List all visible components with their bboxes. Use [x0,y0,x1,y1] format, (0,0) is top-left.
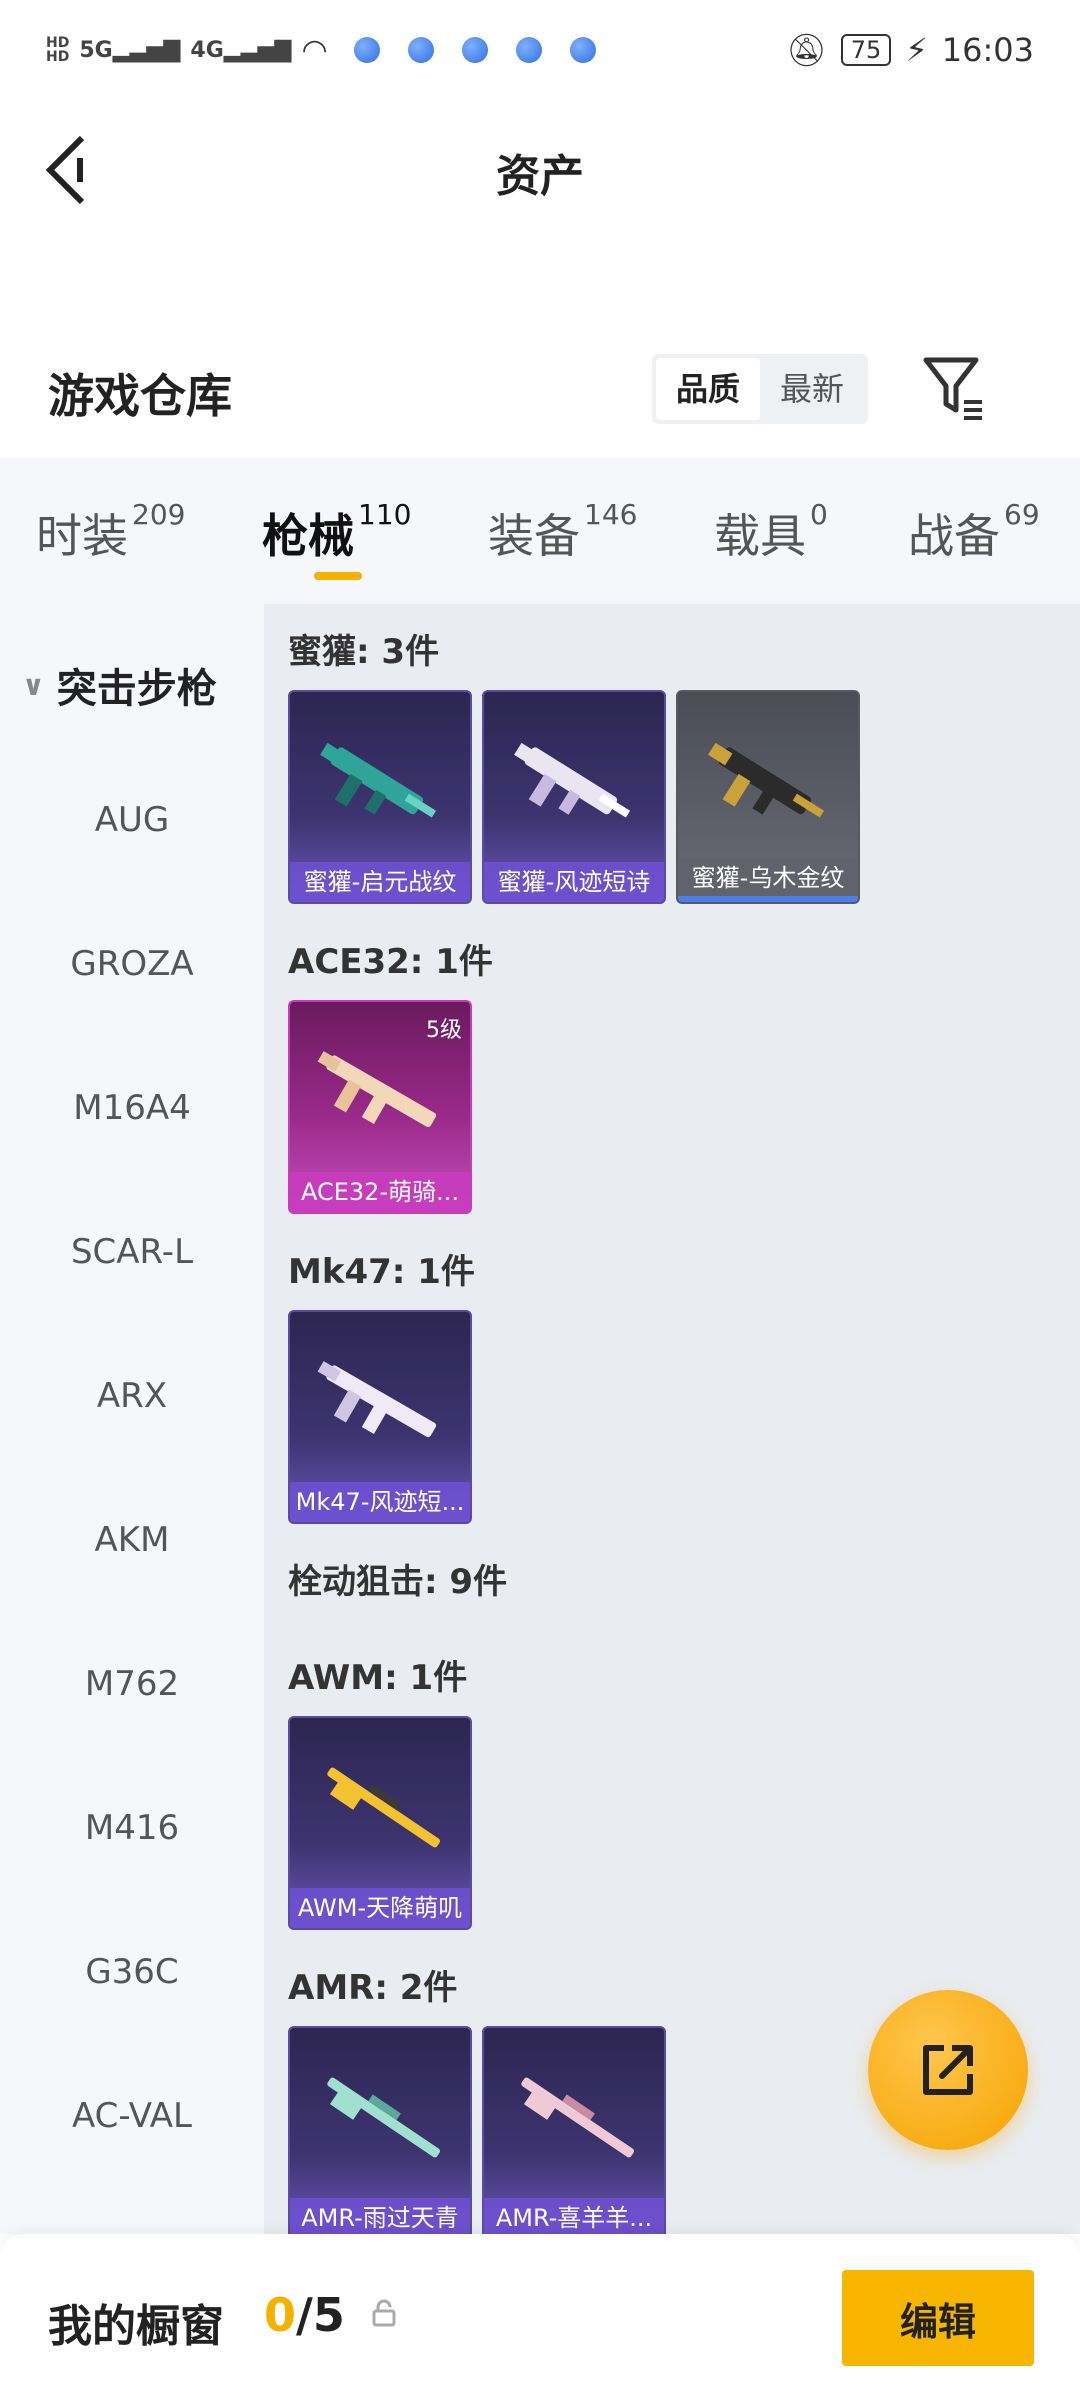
sidebar-item-groza[interactable]: GROZA [0,944,264,984]
group-title: Mk47: 1件 [288,1252,475,1292]
weapon-card[interactable]: AMR-喜羊羊... [482,2026,666,2234]
app-notification-icon [461,37,488,63]
showcase-count: 0/5 [264,2288,345,2342]
sort-quality-option[interactable]: 品质 [656,358,760,420]
filter-icon [923,357,982,420]
showcase-title: 我的橱窗 [48,2301,224,2352]
sniper-image [521,2077,635,2158]
sidebar-item-arx[interactable]: ARX [0,1376,264,1416]
weapon-card[interactable]: 蜜獾-乌木金纹 [676,690,860,904]
level-badge: 5级 [426,1018,462,1043]
sidebar-item-g36c[interactable]: G36C [0,1952,264,1992]
clock: 16:03 [941,31,1034,69]
sidebar-item-m16a4[interactable]: M16A4 [0,1088,264,1128]
tab-supplies[interactable]: 战备 69 [908,458,1040,566]
charging-icon: ⚡︎ [905,31,928,69]
sort-toggle: 品质 最新 [652,354,868,424]
lock-icon [372,2299,396,2327]
signal-5g-icon: 5G▂▃▅▇ [79,37,181,63]
warehouse-row: 游戏仓库 品质 最新 [0,330,1080,450]
sidebar-item-m762[interactable]: M762 [0,1664,264,1704]
mute-bell-icon: 🔕︎ [786,31,827,69]
smg-image [320,742,437,818]
weapon-card[interactable]: 蜜獾-启元战纹 [288,690,472,904]
sort-newest-option[interactable]: 最新 [760,358,864,420]
share-icon [923,2045,973,2095]
signal-4g-icon: 4G▂▃▅▇ [190,37,292,63]
sidebar-item-akm[interactable]: AKM [0,1520,264,1560]
weapon-sidebar: ∨ 突击步枪 AUG GROZA M16A4 SCAR-L ARX AKM M7… [0,604,264,2234]
weapon-card[interactable]: AWM-天降萌叽 [288,1716,472,1930]
app-notification-icon [569,37,596,63]
rifle-image [317,1361,437,1438]
tab-vehicles[interactable]: 载具 0 [714,458,828,566]
group-title: AMR: 2件 [288,1968,458,2008]
app-notification-icon [353,37,380,63]
group-title: AWM: 1件 [288,1658,468,1698]
wifi-icon: ◠ [301,32,328,68]
sidebar-item-m416[interactable]: M416 [0,1808,264,1848]
smg-image [708,742,825,818]
weapon-card[interactable]: 蜜獾-风迹短诗 [482,690,666,904]
page-title: 资产 [496,151,584,202]
category-tabs: 时装 209 枪械 110 装备 146 载具 0 战备 69 [0,458,1080,604]
weapon-card[interactable]: 5级 ACE32-萌骑... [288,1000,472,1214]
header: 资产 [0,100,1080,240]
active-tab-indicator [314,572,362,580]
sidebar-item-aug[interactable]: AUG [0,800,264,840]
hd-indicator: HD HD [46,35,70,65]
chevron-down-icon: ∨ [22,668,45,702]
category-assault-rifles[interactable]: ∨ 突击步枪 [22,656,217,714]
smg-image [514,742,631,818]
tab-firearms[interactable]: 枪械 110 [262,458,411,566]
filter-button[interactable] [920,352,990,426]
showcase-bar: 我的橱窗 0/5 编辑 [0,2234,1080,2400]
weapon-card[interactable]: Mk47-风迹短... [288,1310,472,1524]
status-bar: HD HD 5G▂▃▅▇ 4G▂▃▅▇ ◠ 🔕︎ 75 ⚡︎ 16:03 [0,0,1080,100]
edit-button[interactable]: 编辑 [842,2270,1034,2366]
tab-outfits[interactable]: 时装 209 [36,458,185,566]
sidebar-item-scar-l[interactable]: SCAR-L [0,1232,264,1272]
app-notification-icon [407,37,434,63]
sniper-image [327,2077,441,2158]
weapon-grid: 蜜獾: 3件 蜜獾-启元战纹 蜜獾-风迹短诗 蜜獾-乌木金纹 ACE32: 1件… [264,604,1080,2234]
group-title: 蜜獾: 3件 [288,632,440,672]
sniper-image [327,1767,441,1848]
share-fab[interactable] [868,1990,1028,2150]
sidebar-item-ac-val[interactable]: AC-VAL [0,2096,264,2136]
warehouse-title: 游戏仓库 [48,369,232,423]
tab-equipment[interactable]: 装备 146 [488,458,637,566]
app-notification-icon [515,37,542,63]
group-title: 栓动狙击: 9件 [288,1562,508,1602]
battery-indicator: 75 [840,34,892,66]
weapon-card[interactable]: AMR-雨过天青 [288,2026,472,2234]
group-title: ACE32: 1件 [288,942,493,982]
